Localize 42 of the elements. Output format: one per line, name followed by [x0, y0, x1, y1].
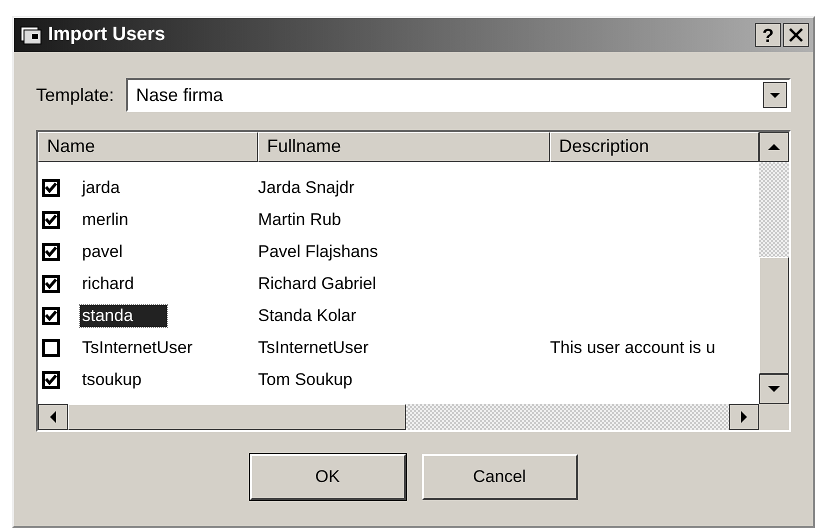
scrollbar-corner	[759, 404, 789, 430]
checkbox[interactable]	[42, 179, 60, 197]
template-dropdown[interactable]: Nase firma	[126, 78, 791, 112]
checkbox[interactable]	[42, 371, 60, 389]
column-header[interactable]: Fullname	[258, 132, 550, 162]
name-cell[interactable]: tsoukup	[80, 369, 144, 391]
horizontal-scrollbar[interactable]	[38, 404, 789, 430]
name-cell[interactable]: TsInternetUser	[80, 337, 195, 359]
name-cell[interactable]: standa	[80, 305, 168, 327]
name-cell[interactable]: merlin	[80, 209, 130, 231]
column-header[interactable]: Description	[550, 132, 759, 162]
fullname-cell: Richard Gabriel	[258, 274, 376, 293]
name-cell[interactable]: pavel	[80, 241, 125, 263]
help-icon[interactable]: ?	[755, 23, 781, 47]
scroll-left-icon[interactable]	[38, 404, 68, 430]
fullname-cell: Tom Soukup	[258, 370, 352, 389]
vertical-scrollbar[interactable]	[759, 132, 789, 404]
scroll-thumb[interactable]	[759, 257, 789, 374]
fullname-cell: Martin Rub	[258, 210, 342, 229]
scroll-up-icon[interactable]	[759, 132, 789, 162]
fullname-cell: Pavel Flajshans	[258, 242, 378, 261]
fullname-cell: TsInternetUser	[258, 338, 369, 357]
dialog-button[interactable]: OK	[250, 454, 406, 500]
column-header[interactable]: Name	[38, 132, 258, 162]
scroll-right-icon[interactable]	[729, 404, 759, 430]
checkbox[interactable]	[42, 243, 60, 261]
fullname-cell: Standa Kolar	[258, 306, 356, 325]
checkbox[interactable]	[42, 275, 60, 293]
window-title: Import Users	[48, 24, 166, 46]
description-cell: This user account is u	[550, 338, 716, 357]
close-icon[interactable]	[783, 23, 809, 47]
checkbox[interactable]	[42, 307, 60, 325]
checkbox[interactable]	[42, 211, 60, 229]
checkbox[interactable]	[42, 339, 60, 357]
template-label: Template:	[36, 84, 114, 106]
dialog-button[interactable]: Cancel	[422, 454, 578, 500]
scroll-down-icon[interactable]	[759, 374, 789, 404]
window-icon	[20, 25, 42, 45]
fullname-cell: Jarda Snajdr	[258, 178, 354, 197]
scroll-thumb[interactable]	[68, 404, 406, 430]
name-cell[interactable]: richard	[80, 273, 136, 295]
name-cell[interactable]: jarda	[80, 177, 122, 199]
